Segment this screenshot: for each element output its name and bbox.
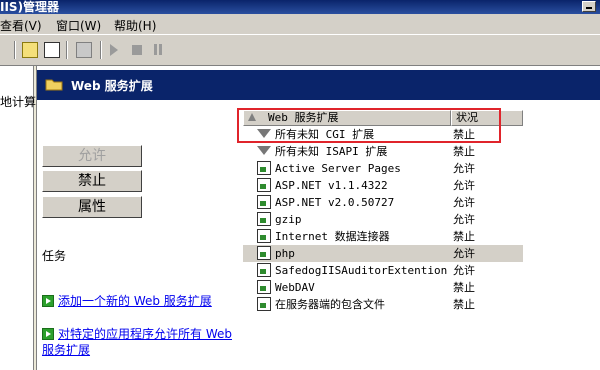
extension-status: 允许 [453,264,475,277]
content-pane: Web 服务扩展 允许 禁止 属性 任务 添加一个新的 Web 服务扩展 对特定… [36,66,600,370]
title-bar: IIS)管理器 [0,0,600,14]
table-row[interactable]: 在服务器端的包含文件 禁止 [243,296,523,313]
table-row[interactable]: Internet 数据连接器 禁止 [243,228,523,245]
table-row[interactable]: ASP.NET v2.0.50727 允许 [243,194,523,211]
extension-status: 允许 [453,179,475,192]
extension-icon [257,280,271,294]
header-divider [37,100,600,110]
pause-icon[interactable] [154,44,162,55]
green-arrow-icon [42,328,54,340]
add-web-service-extension-link[interactable]: 添加一个新的 Web 服务扩展 [42,293,232,309]
extension-name: gzip [275,213,302,226]
extension-icon [257,178,271,192]
properties-button[interactable]: 属性 [42,196,142,218]
header-band: Web 服务扩展 [37,70,600,100]
extensions-list[interactable]: Web 服务扩展 状况 所有未知 CGI 扩展 禁止 所有未知 ISAPI 扩展… [243,110,600,370]
extension-name: ASP.NET v2.0.50727 [275,196,395,209]
minimize-button[interactable] [582,1,596,12]
table-row[interactable]: SafedogIISAuditorExtention 允许 [243,262,523,279]
extension-name: 所有未知 CGI 扩展 [275,128,375,141]
stop-icon[interactable] [132,45,142,55]
toolbar-separator [66,41,68,59]
extension-name: WebDAV [275,281,315,294]
allow-all-extensions-link[interactable]: 对特定的应用程序允许所有 Web 服务扩展 [42,326,242,358]
allow-all-extensions-text[interactable]: 对特定的应用程序允许所有 Web 服务扩展 [42,327,232,357]
window-title: IIS)管理器 [0,0,60,14]
properties-icon[interactable] [44,42,60,58]
toolbar-separator [100,41,102,59]
extension-icon [257,246,271,260]
toolbar-separator [14,41,16,59]
extension-icon [257,229,271,243]
allow-button[interactable]: 允许 [42,145,142,167]
computer-icon[interactable] [76,42,92,58]
toolbar [0,35,600,66]
extension-icon [257,195,271,209]
extension-status: 允许 [453,213,475,226]
folder-icon [45,77,63,91]
column-header-status[interactable]: 状况 [451,110,523,126]
extension-status: 允许 [453,196,475,209]
extension-status: 禁止 [453,128,475,141]
table-row[interactable]: WebDAV 禁止 [243,279,523,296]
table-row[interactable]: Active Server Pages 允许 [243,160,523,177]
extension-icon [257,297,271,311]
tasks-label: 任务 [42,249,67,263]
add-web-service-extension-text[interactable]: 添加一个新的 Web 服务扩展 [58,294,212,308]
extension-name: 所有未知 ISAPI 扩展 [275,145,388,158]
menu-view[interactable]: 查看(V) [0,17,42,34]
tree-pane[interactable]: 地计算 [0,66,36,370]
green-arrow-icon [42,295,54,307]
table-row[interactable]: 所有未知 ISAPI 扩展 禁止 [243,143,523,160]
table-row[interactable]: 所有未知 CGI 扩展 禁止 [243,126,523,143]
column-header-extension-label: Web 服务扩展 [268,111,339,124]
menu-window[interactable]: 窗口(W) [56,17,101,34]
extension-icon [257,263,271,277]
table-row[interactable]: gzip 允许 [243,211,523,228]
filter-icon [257,146,271,155]
task-pane: 允许 禁止 属性 任务 添加一个新的 Web 服务扩展 对特定的应用程序允许所有… [37,110,242,370]
extension-status: 禁止 [453,230,475,243]
extension-status: 禁止 [453,298,475,311]
column-header-extension[interactable]: Web 服务扩展 [243,110,451,126]
extension-status: 禁止 [453,145,475,158]
extension-name: Internet 数据连接器 [275,230,390,243]
extension-name: php [275,247,295,260]
extension-status: 禁止 [453,281,475,294]
extension-name: ASP.NET v1.1.4322 [275,179,388,192]
sort-ascending-icon [248,113,256,121]
table-row[interactable]: php 允许 [243,245,523,262]
filter-icon [257,129,271,138]
tree-item-local-computer[interactable]: 地计算 [0,93,36,110]
prohibit-button[interactable]: 禁止 [42,170,142,192]
extension-name: SafedogIISAuditorExtention [275,264,448,277]
extension-icon [257,161,271,175]
help-icon[interactable] [22,42,38,58]
extension-status: 允许 [453,247,475,260]
play-icon[interactable] [110,44,118,56]
menu-bar: 查看(V) 窗口(W) 帮助(H) [0,14,600,35]
extension-status: 允许 [453,162,475,175]
menu-help[interactable]: 帮助(H) [114,17,156,34]
page-title: Web 服务扩展 [71,79,153,93]
table-row[interactable]: ASP.NET v1.1.4322 允许 [243,177,523,194]
column-header-status-label: 状况 [456,111,478,124]
extension-name: 在服务器端的包含文件 [275,298,385,311]
extension-icon [257,212,271,226]
extension-name: Active Server Pages [275,162,401,175]
